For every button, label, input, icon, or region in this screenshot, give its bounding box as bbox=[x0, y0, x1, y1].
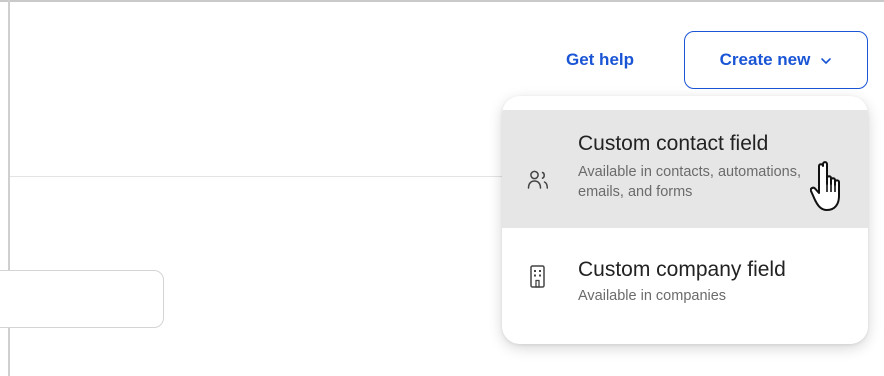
menu-item-title: Custom contact field bbox=[578, 132, 769, 155]
section-divider bbox=[10, 176, 502, 177]
create-new-label: Create new bbox=[719, 50, 811, 69]
top-border bbox=[0, 0, 884, 2]
menu-item-description: Available in companies bbox=[578, 288, 727, 304]
building-icon bbox=[526, 264, 550, 295]
get-help-link[interactable]: Get help bbox=[566, 50, 634, 70]
create-new-button[interactable]: Create new bbox=[684, 31, 868, 89]
menu-item-title: Custom company field bbox=[578, 258, 786, 281]
text-input[interactable] bbox=[0, 270, 164, 328]
chevron-down-icon bbox=[820, 57, 832, 65]
menu-item-custom-company-field[interactable]: Custom company field Available in compan… bbox=[502, 228, 868, 344]
hand-pointer-cursor-icon bbox=[809, 160, 854, 221]
menu-item-description: Available in contacts, automations, emai… bbox=[578, 164, 802, 200]
contacts-icon bbox=[526, 168, 550, 197]
